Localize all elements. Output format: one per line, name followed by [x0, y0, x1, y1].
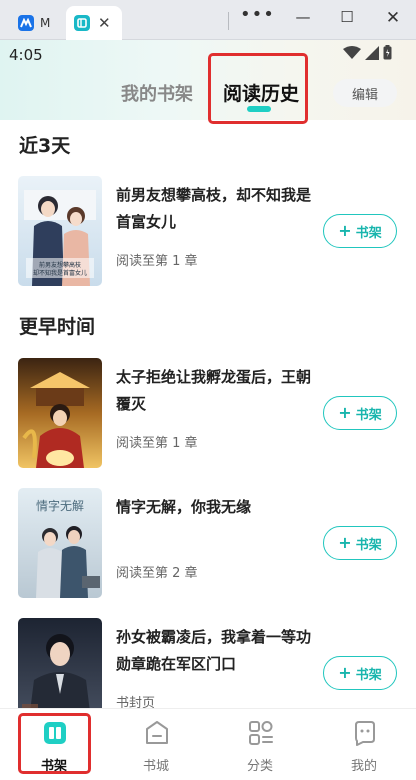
history-book-item[interactable]: 情字无解 情字无解，你我无缘 阅读至第 2 章 + 书架 — [0, 488, 416, 600]
book-cover[interactable] — [18, 358, 102, 468]
section-title-recent: 近3天 — [19, 135, 71, 157]
profile-icon — [355, 721, 375, 746]
book-title[interactable]: 情字无解，你我无缘 — [116, 494, 312, 521]
tab-highlight-box — [208, 53, 308, 124]
status-time: 4:05 — [9, 46, 43, 64]
nav-category[interactable]: 分类 — [225, 709, 295, 780]
edit-button[interactable]: 编辑 — [333, 79, 397, 107]
tab-title: M — [40, 16, 51, 30]
add-to-bookshelf-button[interactable]: + 书架 — [323, 526, 397, 560]
add-button-label: 书架 — [355, 407, 382, 423]
add-to-bookshelf-button[interactable]: + 书架 — [323, 214, 397, 248]
reading-progress: 阅读至第 1 章 — [116, 436, 198, 451]
minimize-button[interactable]: — — [288, 8, 318, 26]
reading-progress: 阅读至第 2 章 — [116, 566, 198, 581]
book-cover[interactable]: 前男友想攀高枝 却不知我是首富女儿 — [18, 176, 102, 286]
browser-tab-1[interactable]: M — [10, 6, 62, 40]
category-grid-icon — [249, 721, 273, 745]
signal-icon — [365, 45, 379, 60]
book-title[interactable]: 前男友想攀高枝，却不知我是首富女儿 — [116, 182, 312, 236]
store-icon — [146, 721, 168, 744]
tab-my-bookshelf[interactable]: 我的书架 — [121, 80, 193, 106]
svg-text:前男友想攀高枝: 前男友想攀高枝 — [39, 261, 81, 269]
history-book-item[interactable]: 前男友想攀高枝 却不知我是首富女儿 前男友想攀高枝，却不知我是首富女儿 阅读至第… — [0, 176, 416, 288]
add-to-bookshelf-button[interactable]: + 书架 — [323, 396, 397, 430]
maximize-button[interactable]: ☐ — [332, 8, 362, 26]
book-title[interactable]: 孙女被霸凌后，我拿着一等功勋章跪在军区门口 — [116, 624, 312, 678]
reader-favicon-icon — [74, 15, 90, 31]
book-cover[interactable]: 情字无解 — [18, 488, 102, 598]
svg-text:却不知我是首富女儿: 却不知我是首富女儿 — [33, 269, 87, 277]
history-book-item[interactable]: 太子拒绝让我孵龙蛋后，王朝覆灭 阅读至第 1 章 + 书架 — [0, 358, 416, 470]
reading-progress: 阅读至第 1 章 — [116, 254, 198, 269]
nav-label: 我的 — [350, 759, 377, 774]
browser-tab-2[interactable]: ✕ — [66, 6, 122, 40]
add-button-label: 书架 — [355, 537, 382, 553]
status-icons — [343, 45, 392, 60]
svg-text:情字无解: 情字无解 — [36, 498, 84, 513]
nav-highlight-box — [18, 713, 91, 774]
plus-icon: + — [338, 221, 352, 240]
close-window-button[interactable]: ✕ — [378, 8, 408, 28]
tab-close-icon[interactable]: ✕ — [98, 15, 111, 31]
nav-bookstore[interactable]: 书城 — [121, 709, 191, 780]
add-to-bookshelf-button[interactable]: + 书架 — [323, 656, 397, 690]
section-title-earlier: 更早时间 — [19, 316, 96, 338]
battery-icon — [383, 45, 392, 60]
add-button-label: 书架 — [355, 225, 382, 241]
plus-icon: + — [338, 533, 352, 552]
add-button-label: 书架 — [355, 667, 382, 683]
app-window: M ✕ ••• — ☐ ✕ 4:05 我的书架 阅读历史 编辑 近3天 前男友想… — [0, 0, 416, 780]
nav-profile[interactable]: 我的 — [329, 709, 399, 780]
plus-icon: + — [338, 403, 352, 422]
nav-label: 分类 — [246, 759, 273, 774]
browser-tab-strip: M ✕ ••• — ☐ ✕ — [0, 0, 416, 40]
app-favicon-icon — [18, 15, 34, 31]
divider — [228, 12, 229, 30]
more-options-icon[interactable]: ••• — [240, 4, 274, 25]
plus-icon: + — [338, 663, 352, 682]
wifi-icon — [343, 45, 361, 59]
book-title[interactable]: 太子拒绝让我孵龙蛋后，王朝覆灭 — [116, 364, 312, 418]
nav-label: 书城 — [142, 759, 169, 774]
